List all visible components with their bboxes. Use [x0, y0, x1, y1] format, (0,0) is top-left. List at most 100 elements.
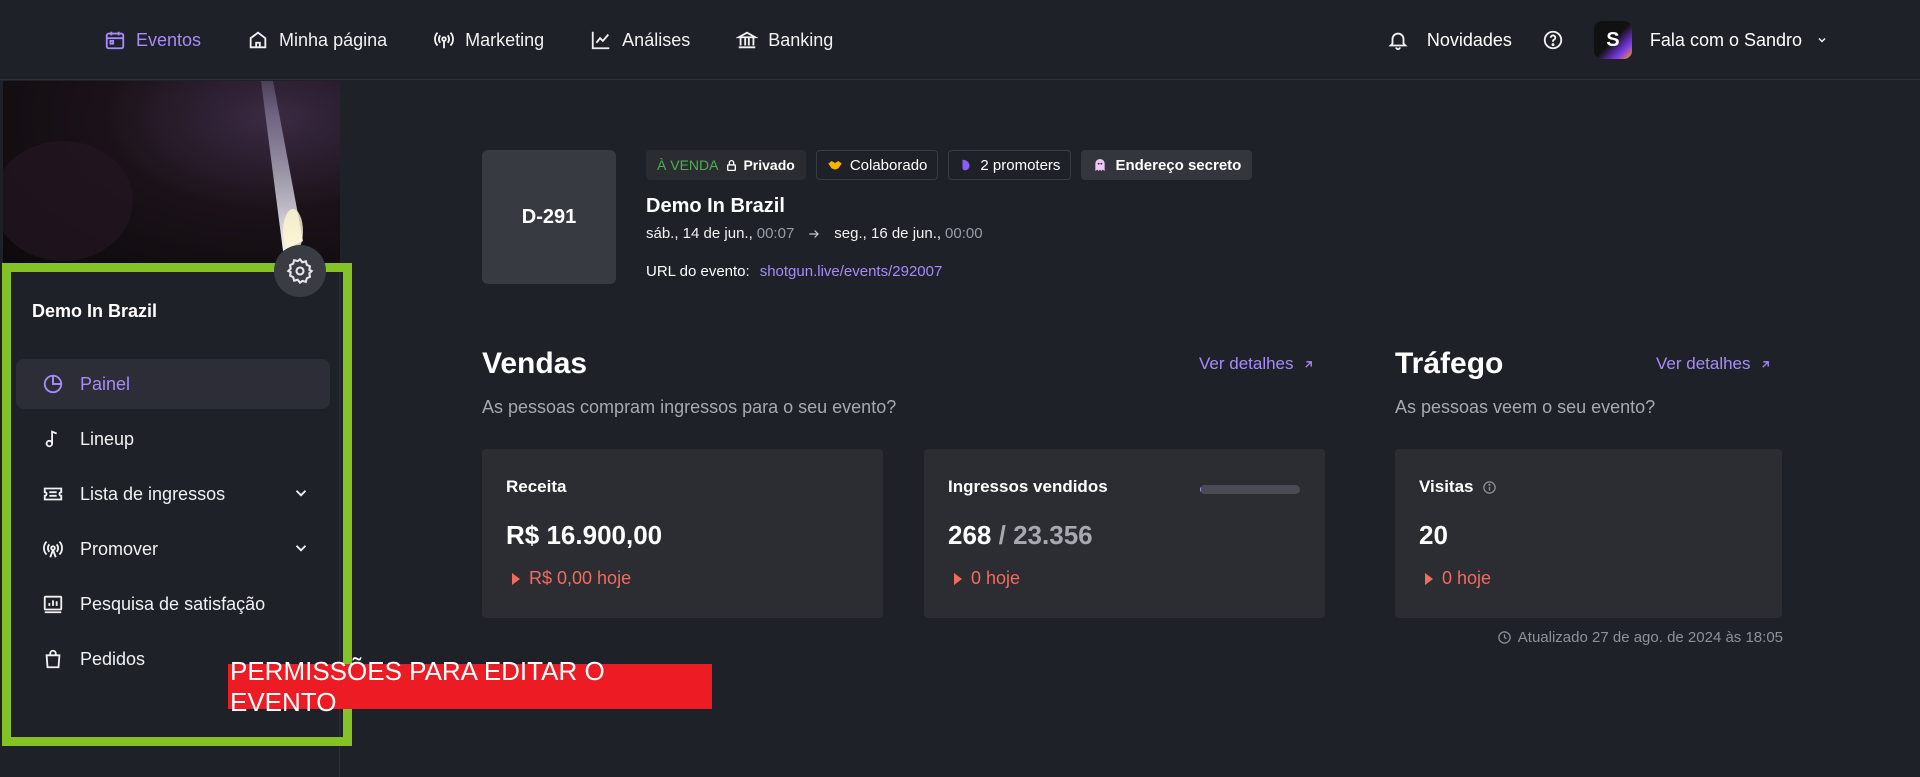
- traffic-section-subtitle: As pessoas veem o seu evento?: [1395, 397, 1656, 417]
- news-button[interactable]: Novidades: [1387, 29, 1512, 51]
- ghost-icon: [1095, 159, 1106, 171]
- event-settings-button[interactable]: [274, 245, 326, 297]
- revenue-today: R$ 0,00 hoje: [512, 568, 631, 589]
- sales-details-link[interactable]: Ver detalhes: [1199, 354, 1315, 374]
- event-url-row: URL do evento: shotgun.live/events/29200…: [646, 263, 942, 280]
- chevron-down-icon[interactable]: [292, 539, 310, 557]
- news-label: Novidades: [1426, 29, 1512, 50]
- private-label: Privado: [725, 157, 795, 173]
- secret-address-label: Endereço secreto: [1115, 156, 1242, 174]
- nav-item-banking[interactable]: Banking: [736, 29, 833, 51]
- event-title: Demo In Brazil: [646, 195, 785, 217]
- annotation-banner: PERMISSÕES PARA EDITAR O EVENTO: [228, 656, 712, 717]
- secret-address-badge: Endereço secreto: [1081, 150, 1253, 180]
- arrow-right-icon: [809, 229, 820, 238]
- sidebar-item-lista-de-ingressos[interactable]: Lista de ingressos: [16, 469, 330, 519]
- nav-item-label: Eventos: [136, 29, 202, 50]
- visits-today: 0 hoje: [1425, 568, 1491, 589]
- caret-right-icon: [512, 572, 520, 585]
- nav-item-analises[interactable]: Análises: [590, 29, 690, 51]
- home-icon: [249, 31, 267, 49]
- visits-value: 20: [1419, 520, 1448, 550]
- tickets-progress-fill: [1200, 485, 1202, 494]
- revenue-card: Receita R$ 16.900,00 R$ 0,00 hoje: [482, 449, 883, 618]
- sidebar-item-label: Lineup: [80, 428, 135, 449]
- help-icon: [1543, 30, 1563, 50]
- visits-label-row: Visitas: [1419, 477, 1497, 497]
- gear-icon: [286, 257, 314, 285]
- ticket-icon: [42, 483, 64, 505]
- music-note-icon: [42, 428, 64, 450]
- calendar-icon: [105, 31, 125, 50]
- collab-label: Colaborado: [849, 156, 928, 174]
- promoters-badge: 2 promoters: [948, 150, 1072, 180]
- sidebar-event-name: Demo In Brazil: [32, 301, 158, 321]
- chevron-down-icon[interactable]: [1816, 34, 1828, 46]
- sidebar-item-label: Painel: [80, 373, 131, 394]
- traffic-section-title: Tráfego: [1395, 347, 1504, 380]
- promoter-icon: [962, 159, 970, 171]
- nav-item-minha-pagina[interactable]: Minha página: [247, 29, 387, 51]
- sidebar-item-label: Pesquisa de satisfação: [80, 593, 266, 614]
- visits-card: Visitas 20 0 hoje: [1395, 449, 1782, 618]
- nav-item-marketing[interactable]: Marketing: [433, 29, 544, 51]
- tickets-sold-count: 268: [948, 520, 992, 550]
- sidebar-item-label: Lista de ingressos: [80, 483, 226, 504]
- nav-item-eventos[interactable]: Eventos: [104, 29, 201, 51]
- event-thumbnail: D-291: [482, 150, 616, 284]
- bell-icon: [1388, 32, 1408, 51]
- collab-badge: Colaborado: [815, 150, 939, 180]
- user-area: Novidades S Fala com o Sandro: [1387, 0, 1828, 80]
- sales-details-label: Ver detalhes: [1199, 354, 1294, 373]
- chart-line-icon: [592, 31, 610, 50]
- sales-section-subtitle: As pessoas compram ingressos para o seu …: [482, 397, 897, 417]
- sales-section-title: Vendas: [482, 347, 588, 380]
- event-url-link[interactable]: shotgun.live/events/292007: [760, 263, 943, 280]
- last-updated-text: Atualizado 27 de ago. de 2024 às 18:05: [1517, 629, 1783, 646]
- revenue-value: R$ 16.900,00: [506, 520, 663, 550]
- sale-status-badge: À VENDA Privado: [646, 150, 806, 180]
- nav-item-label: Marketing: [465, 29, 545, 50]
- main-nav: Eventos Minha página Marketing Análises …: [104, 0, 833, 80]
- sidebar-item-pesquisa-de-satisfacao[interactable]: Pesquisa de satisfação: [16, 579, 330, 629]
- event-dates: sáb., 14 de jun., 00:07 seg., 16 de jun.…: [646, 225, 983, 242]
- tickets-today: 0 hoje: [954, 568, 1020, 589]
- revenue-label: Receita: [506, 477, 567, 496]
- handshake-icon: [828, 161, 842, 170]
- sale-status-label: À VENDA: [657, 157, 719, 173]
- private-text: Privado: [743, 157, 795, 173]
- revenue-today-text: R$ 0,00 hoje: [529, 568, 632, 588]
- arrow-up-right-icon: [1761, 360, 1769, 368]
- tickets-sold-label: Ingressos vendidos: [948, 477, 1108, 496]
- nav-item-label: Minha página: [279, 29, 388, 50]
- start-date: sáb., 14 de jun.,: [646, 225, 753, 242]
- event-url-label: URL do evento:: [646, 263, 750, 280]
- event-cover-image: [3, 81, 340, 266]
- start-time: 00:07: [756, 225, 795, 242]
- tickets-separator: /: [998, 520, 1006, 550]
- visits-today-text: 0 hoje: [1442, 568, 1492, 588]
- help-button[interactable]: [1542, 29, 1564, 51]
- visits-label: Visitas: [1419, 477, 1474, 496]
- bank-icon: [736, 31, 759, 49]
- sidebar-item-painel[interactable]: Painel: [16, 359, 330, 409]
- chevron-down-icon[interactable]: [292, 484, 310, 502]
- promoters-label: 2 promoters: [980, 156, 1061, 174]
- sidebar-item-lineup[interactable]: Lineup: [16, 414, 330, 464]
- last-updated: Atualizado 27 de ago. de 2024 às 18:05: [1497, 629, 1783, 646]
- arrow-up-right-icon: [1304, 360, 1312, 368]
- broadcast-icon: [434, 32, 455, 49]
- sidebar-menu: Painel Lineup Lista de ingressos Promove…: [16, 359, 330, 689]
- info-icon[interactable]: [1482, 480, 1497, 495]
- sidebar-item-promover[interactable]: Promover: [16, 524, 330, 574]
- nav-item-label: Banking: [768, 29, 834, 50]
- bag-icon: [42, 648, 64, 670]
- event-badges: À VENDA Privado Colaborado 2 promoters E…: [646, 150, 1253, 180]
- traffic-details-link[interactable]: Ver detalhes: [1656, 354, 1772, 374]
- avatar[interactable]: S: [1593, 21, 1632, 59]
- user-menu-label[interactable]: Fala com o Sandro: [1650, 30, 1802, 51]
- tickets-progress-bar: [1200, 485, 1300, 494]
- broadcast-icon: [42, 538, 64, 560]
- clock-icon: [1498, 631, 1511, 644]
- end-time: 00:00: [945, 225, 983, 242]
